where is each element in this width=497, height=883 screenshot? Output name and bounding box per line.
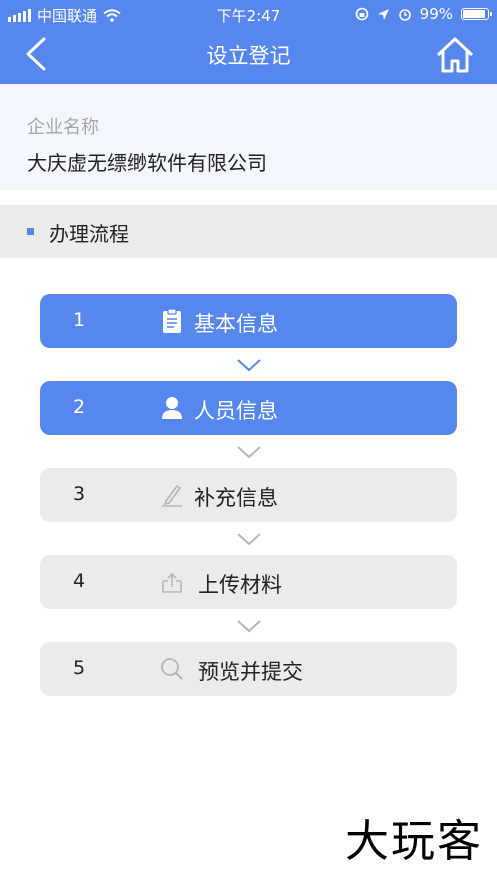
step-label: 上传材料: [198, 573, 282, 597]
location-icon: [377, 8, 389, 20]
battery-percent: 99%: [419, 5, 453, 23]
step-label: 人员信息: [194, 399, 278, 423]
step-label: 基本信息: [194, 312, 278, 336]
upload-icon: [162, 572, 182, 593]
section-marker: [27, 228, 34, 235]
company-section: 企业名称 大庆虚无缥缈软件有限公司: [0, 84, 497, 190]
step-number: 4: [73, 570, 86, 592]
step-label: 预览并提交: [198, 660, 303, 684]
orientation-lock-icon: [355, 7, 368, 21]
company-name-value: 大庆虚无缥缈软件有限公司: [27, 151, 267, 175]
company-name-label: 企业名称: [27, 117, 99, 138]
chevron-down-icon: [237, 446, 261, 459]
person-icon: [162, 397, 182, 419]
status-bar: 中国联通 下午2:47 99%: [0, 0, 497, 28]
chevron-down-icon: [237, 620, 261, 633]
page-title: 设立登记: [206, 44, 291, 68]
step-number: 5: [73, 657, 86, 679]
chevron-down-icon: [237, 359, 261, 372]
step-basic-info[interactable]: 1 基本信息: [40, 294, 457, 348]
clipboard-icon: [163, 308, 181, 333]
step-upload-materials[interactable]: 4 上传材料: [40, 555, 457, 609]
step-preview-submit[interactable]: 5 预览并提交: [40, 642, 457, 696]
step-number: 1: [73, 309, 86, 331]
home-button[interactable]: [435, 35, 475, 75]
step-personnel-info[interactable]: 2 人员信息: [40, 381, 457, 435]
process-header: 办理流程: [0, 205, 497, 258]
process-heading: 办理流程: [49, 222, 129, 246]
watermark-logo: 大玩客: [345, 816, 483, 867]
chevron-down-icon: [237, 533, 261, 546]
step-number: 3: [73, 483, 86, 505]
pencil-icon: [162, 484, 182, 507]
step-number: 2: [73, 396, 86, 418]
battery-icon: [461, 8, 492, 20]
app-header: 中国联通 下午2:47 99% 设立登记: [0, 0, 497, 84]
step-label: 补充信息: [194, 486, 278, 510]
search-icon: [161, 658, 183, 680]
alarm-icon: [398, 9, 411, 21]
step-supplementary-info[interactable]: 3 补充信息: [40, 468, 457, 522]
